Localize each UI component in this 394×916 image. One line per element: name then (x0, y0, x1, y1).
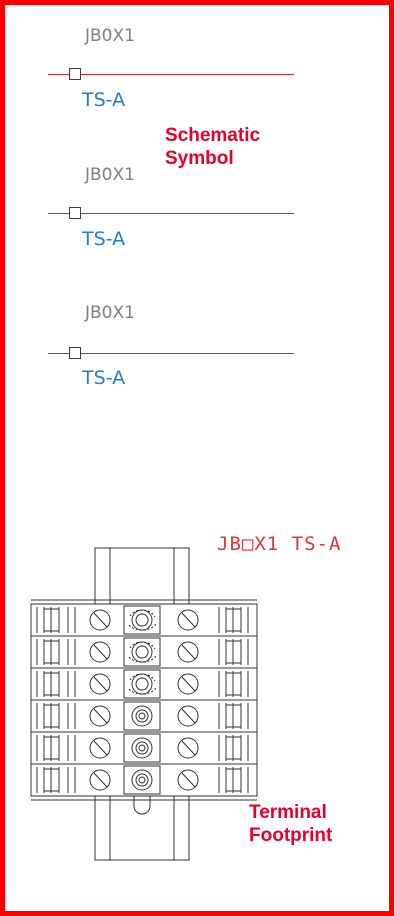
callout-line: Footprint (249, 825, 333, 846)
callout-line: Terminal (249, 802, 327, 823)
bottom-mounting-rail (94, 795, 190, 861)
terminal-footprint-drawing (30, 547, 258, 861)
terminal-footprint-callout: Terminal Footprint (249, 801, 332, 847)
top-mounting-rail (94, 547, 190, 605)
